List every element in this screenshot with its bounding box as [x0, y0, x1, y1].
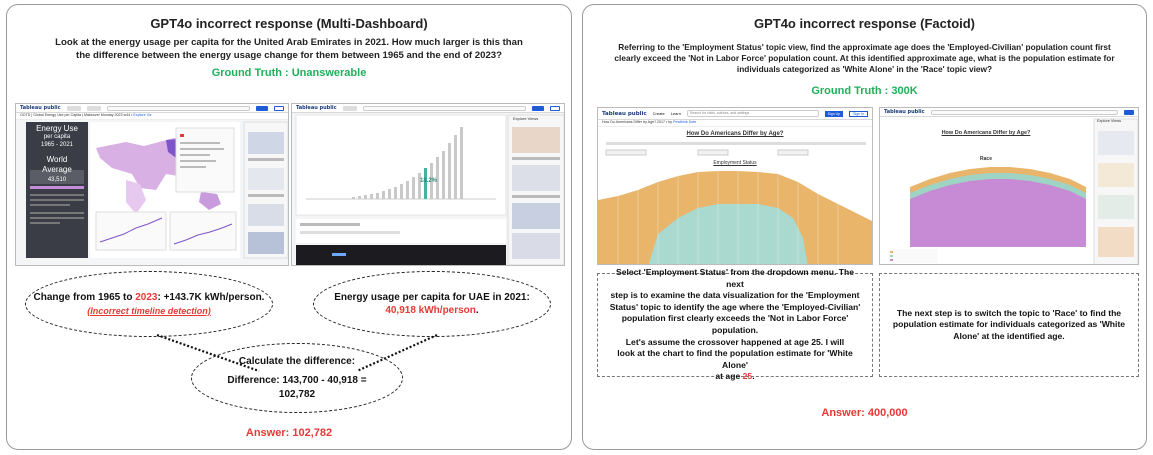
chart-label: Employment Status [713, 160, 757, 166]
tableau-logo: Tableau public [884, 109, 925, 115]
tableau-topbar: Tableau public [880, 108, 1138, 117]
sign-up-button[interactable] [1124, 109, 1134, 115]
reasoning-box-2: The next step is to switch the topic to … [879, 273, 1139, 377]
right-panel-title: GPT4o incorrect response (Factoid) [753, 16, 976, 31]
viz-heading: How Do Americans Differ by Age? [686, 131, 784, 137]
reasoning-box-1: Select 'Employment Status' from the drop… [597, 267, 873, 381]
right-answer: Answer: 400,000 [821, 407, 908, 419]
right-ground-truth: Ground Truth : 300K [811, 85, 918, 97]
explore-views-title: Explore Views [1097, 119, 1121, 123]
race-screenshot: Tableau public How Do Americans Differ b… [879, 107, 1139, 265]
nav-create[interactable]: Create [653, 111, 665, 116]
search-input[interactable] [930, 109, 1118, 115]
author-link[interactable]: Pewthink Dote [673, 120, 696, 124]
sign-up-button[interactable]: Sign Up [824, 110, 844, 117]
nav-learn[interactable]: Learn [671, 111, 681, 116]
left-panel: GPT4o incorrect response (Multi-Dashboar… [6, 4, 572, 450]
tableau-logo: Tableau public [602, 110, 647, 117]
race-chart [888, 118, 1138, 264]
employment-chart [598, 142, 872, 264]
search-input[interactable]: Search for visits, authors, and settings [686, 110, 819, 117]
employment-status-screenshot: Tableau public Create Learn Search for v… [597, 107, 873, 265]
tableau-topbar: Tableau public Create Learn Search for v… [598, 108, 872, 120]
right-panel: GPT4o incorrect response (Factoid) Refer… [582, 4, 1147, 450]
sign-in-button[interactable]: Sign In [849, 110, 868, 117]
left-answer: Answer: 102,782 [245, 427, 333, 439]
viz-titlebar: How Do Americans Differ by Age? 2017 • b… [598, 120, 872, 127]
difference-oval: Calculate the difference: Difference: 14… [191, 343, 403, 413]
right-question: Referring to the 'Employment Status' top… [614, 42, 1115, 75]
